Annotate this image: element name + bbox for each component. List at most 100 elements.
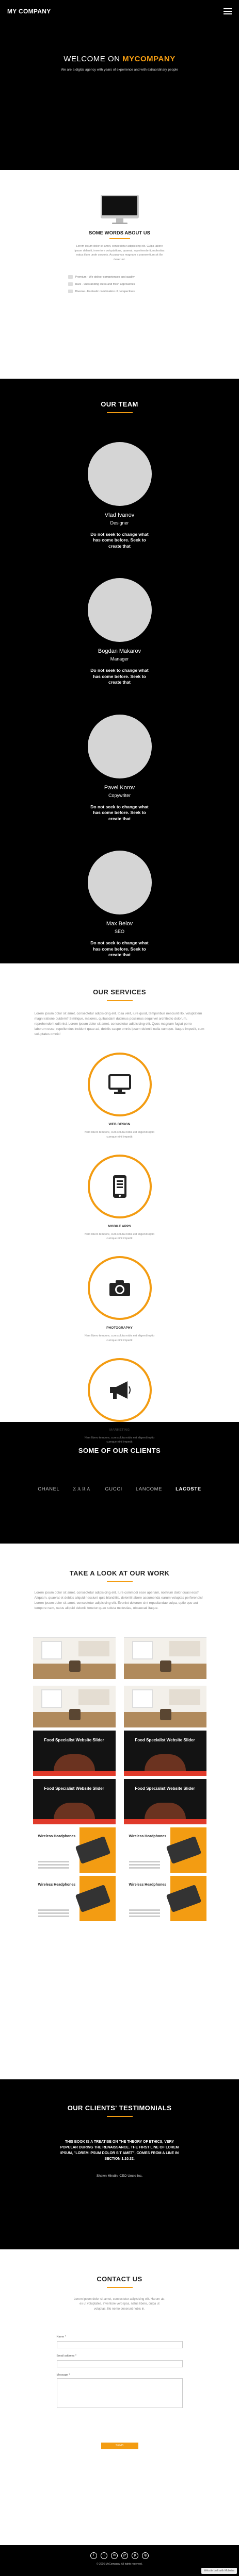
service-name: WEB DESIGN xyxy=(108,1123,131,1127)
clients-title: SOME OF OUR CLIENTS xyxy=(78,1447,161,1454)
testimonials-divider xyxy=(106,2116,133,2117)
client-logo-zara: ZARA xyxy=(73,1486,92,1492)
member-role: Manager xyxy=(110,656,129,662)
service-name: MOBILE APPS xyxy=(108,1224,131,1228)
service-item: MOBILE APPS Nam libero tempore, cum solu… xyxy=(0,1154,239,1241)
portfolio-heading: Wireless Headphones xyxy=(38,1835,76,1839)
testimonial-author: Shawn Mindin, CEO Uncle Inc. xyxy=(96,2174,143,2178)
contact-text: Lorem ipsum dolor sit amet, consectetur … xyxy=(73,2298,166,2311)
member-name: Bogdan Makarov xyxy=(98,648,141,655)
portfolio-item[interactable]: Food Specialist Website Slider xyxy=(123,1779,206,1825)
testimonials-section: OUR CLIENTS' TESTIMONIALS This book is a… xyxy=(0,2079,239,2249)
portfolio-heading: Food Specialist Website Slider xyxy=(44,1786,104,1791)
portfolio-item[interactable]: Food Specialist Website Slider xyxy=(33,1779,116,1825)
portfolio-heading: Food Specialist Website Slider xyxy=(135,1738,195,1743)
copyright: © 2016 MyCompany. All rights reserved. xyxy=(96,2563,143,2566)
portfolio-heading: Food Specialist Website Slider xyxy=(135,1786,195,1791)
about-section: SOME WORDS ABOUT US Lorem ipsum dolor si… xyxy=(0,170,239,379)
portfolio-item[interactable] xyxy=(123,1682,206,1728)
feature-icon xyxy=(68,275,73,279)
feature-item: Diverse - Fantastic combination of persp… xyxy=(68,290,171,294)
camera-icon xyxy=(109,1280,130,1297)
feature-text: Premium - We deliver competences and qua… xyxy=(75,275,135,279)
portfolio-item[interactable]: Wireless Headphones xyxy=(33,1827,116,1873)
facebook-icon[interactable]: f xyxy=(90,2552,97,2559)
about-text: Lorem ipsum dolor sit amet, consectetur … xyxy=(74,245,165,261)
portfolio-heading: Wireless Headphones xyxy=(38,1883,76,1887)
services-section: OUR SERVICES Lorem ipsum dolor sit amet,… xyxy=(0,963,239,1444)
feature-list: Premium - We deliver competences and qua… xyxy=(68,275,171,294)
avatar xyxy=(87,578,152,642)
hamburger-menu-icon[interactable] xyxy=(224,8,232,14)
twitter-icon[interactable]: t xyxy=(101,2552,107,2559)
contact-divider xyxy=(106,2287,133,2288)
hero-subtitle: We are a digital agency with years of ex… xyxy=(61,68,178,72)
member-quote: Do not seek to change what has come befo… xyxy=(90,804,149,821)
feature-icon xyxy=(68,282,73,286)
service-name: PHOTOGRAPHY xyxy=(106,1326,133,1330)
hero-title-prefix: WELCOME ON xyxy=(63,55,123,63)
team-member: Vlad Ivanov Designer Do not seek to chan… xyxy=(0,442,239,549)
hero-title-accent: MYCOMPANY xyxy=(122,55,176,63)
portfolio-item[interactable] xyxy=(123,1634,206,1680)
instagram-icon[interactable]: ig xyxy=(142,2552,149,2559)
feature-item: Premium - We deliver competences and qua… xyxy=(68,275,171,279)
builder-badge[interactable]: Website built with Mobirise xyxy=(201,2568,237,2574)
message-field[interactable] xyxy=(56,2378,183,2408)
team-section: OUR TEAM Vlad Ivanov Designer Do not see… xyxy=(0,379,239,963)
pinterest-icon[interactable]: p xyxy=(132,2552,138,2559)
member-quote: Do not seek to change what has come befo… xyxy=(90,940,149,958)
avatar xyxy=(87,714,152,778)
social-links: f t in g+ p ig xyxy=(0,2545,239,2559)
member-role: Copywriter xyxy=(108,792,131,798)
portfolio-item[interactable]: Wireless Headphones xyxy=(123,1827,206,1873)
portfolio-item[interactable]: Food Specialist Website Slider xyxy=(123,1731,206,1776)
work-text: Lorem ipsum dolor sit amet, consectetur … xyxy=(34,1591,203,1611)
work-title: TAKE A LOOK AT OUR WORK xyxy=(69,1569,170,1577)
team-member: Max Belov SEO Do not seek to change what… xyxy=(0,851,239,958)
portfolio-item[interactable] xyxy=(33,1634,116,1680)
feature-text: Diverse - Fantastic combination of persp… xyxy=(75,290,135,293)
portfolio-grid: Food Specialist Website Slider Food Spec… xyxy=(33,1634,206,1922)
portfolio-heading: Wireless Headphones xyxy=(129,1883,167,1887)
service-icon-circle xyxy=(87,1256,152,1320)
email-field[interactable] xyxy=(56,2360,183,2367)
team-member: Pavel Korov Copywriter Do not seek to ch… xyxy=(0,714,239,822)
work-section: TAKE A LOOK AT OUR WORK Lorem ipsum dolo… xyxy=(0,1544,239,2079)
member-name: Pavel Korov xyxy=(104,784,135,791)
feature-icon xyxy=(68,290,73,294)
contact-form: Name * Email address * Message * SEND xyxy=(56,2335,183,2449)
services-divider xyxy=(106,1000,133,1001)
about-divider xyxy=(109,238,130,239)
portfolio-item[interactable] xyxy=(33,1682,116,1728)
service-icon-circle xyxy=(87,1053,152,1117)
portfolio-item[interactable]: Food Specialist Website Slider xyxy=(33,1731,116,1776)
services-text: Lorem ipsum dolor sit amet, consectetur … xyxy=(34,1012,204,1037)
google-plus-icon[interactable]: g+ xyxy=(121,2552,128,2559)
brand-logo[interactable]: MY COMPANY xyxy=(7,8,51,15)
linkedin-icon[interactable]: in xyxy=(111,2552,118,2559)
megaphone-icon xyxy=(109,1381,131,1399)
about-title: SOME WORDS ABOUT US xyxy=(89,230,150,236)
testimonials-title: OUR CLIENTS' TESTIMONIALS xyxy=(67,2104,172,2112)
client-logo-lancome: LANCOME xyxy=(135,1486,163,1492)
contact-section: CONTACT US Lorem ipsum dolor sit amet, c… xyxy=(0,2249,239,2545)
avatar xyxy=(87,851,152,915)
name-field[interactable] xyxy=(56,2341,183,2348)
name-label: Name * xyxy=(56,2335,66,2338)
portfolio-item[interactable]: Wireless Headphones xyxy=(33,1876,116,1922)
service-icon-circle xyxy=(87,1154,152,1218)
service-desc: Nam libero tempore, cum soluta nobis est… xyxy=(84,1131,155,1139)
team-divider xyxy=(106,412,133,413)
service-desc: Nam libero tempore, cum soluta nobis est… xyxy=(84,1334,155,1342)
member-role: Designer xyxy=(110,520,129,526)
page: MY COMPANY WELCOME ON MYCOMPANY We are a… xyxy=(0,0,239,2576)
mobile-icon xyxy=(113,1175,126,1198)
send-button[interactable]: SEND xyxy=(101,2442,138,2449)
portfolio-item[interactable]: Wireless Headphones xyxy=(123,1876,206,1922)
email-label: Email address * xyxy=(56,2354,77,2358)
avatar xyxy=(87,442,152,506)
testimonial-quote: This book is a treatise on the theory of… xyxy=(60,2140,179,2161)
service-item: PHOTOGRAPHY Nam libero tempore, cum solu… xyxy=(0,1256,239,1343)
service-icon-circle xyxy=(87,1358,152,1422)
